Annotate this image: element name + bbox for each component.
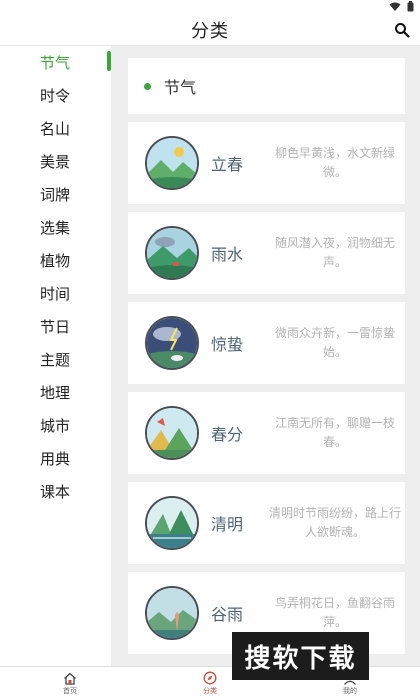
status-icons [389,1,414,12]
section-header: 节气 [128,58,405,114]
sidebar-item-label: 地理 [40,384,71,402]
sidebar-item-label: 时间 [40,285,71,303]
sidebar-item-shiling[interactable]: 时令 [0,79,111,112]
solar-term-verse: 柳色早黄浅，水文新绿微。 [274,146,395,179]
solar-term-name: 惊蛰 [211,335,244,354]
sidebar-item-label: 城市 [40,417,71,435]
solar-term-name: 雨水 [211,245,244,264]
sidebar-item-label: 植物 [40,252,71,270]
solar-term-card-jingzhe[interactable]: 惊蛰 微雨众卉新，一雷惊蛰始。 [128,302,405,384]
status-bar [0,0,420,14]
solar-term-verse: 随风潜入夜，润物细无声。 [274,236,395,269]
nav-home-label: 首页 [63,686,77,695]
search-icon[interactable] [394,22,410,38]
sidebar-item-label: 课本 [40,483,71,501]
solar-term-card-yushui[interactable]: 雨水 随风潜入夜，润物细无声。 [128,212,405,294]
compass-icon [203,671,217,685]
solar-term-card-lichun[interactable]: 立春 柳色早黄浅，水文新绿微。 [128,122,405,204]
solar-term-image [145,586,199,640]
sidebar-item-mingshan[interactable]: 名山 [0,112,111,145]
solar-term-card-qingming[interactable]: 清明 清明时节雨纷纷，路上行人欲断魂。 [128,482,405,564]
solar-term-image [145,316,199,370]
sidebar-item-label: 时令 [40,87,71,105]
sidebar-item-xuanji[interactable]: 选集 [0,211,111,244]
solar-term-verse: 鸟弄桐花日，鱼翻谷雨萍。 [274,596,395,629]
wifi-icon [389,2,401,11]
sidebar-item-label: 美景 [40,153,71,171]
solar-term-image [145,496,199,550]
section-title: 节气 [164,78,197,97]
solar-term-name: 谷雨 [211,605,244,624]
solar-term-image [145,406,199,460]
solar-term-verse: 江南无所有，聊赠一枝春。 [274,416,395,449]
sidebar-item-label: 选集 [40,219,71,237]
page-title: 分类 [191,20,229,42]
battery-icon [407,1,414,12]
sidebar-item-cipai[interactable]: 词牌 [0,178,111,211]
solar-term-verse: 微雨众卉新，一雷惊蛰始。 [274,326,395,359]
section-dot-icon [144,82,151,90]
sidebar-item-keben[interactable]: 课本 [0,475,111,508]
sidebar-item-shijian[interactable]: 时间 [0,277,111,310]
sidebar-item-dili[interactable]: 地理 [0,376,111,409]
sidebar-item-zhuti[interactable]: 主题 [0,343,111,376]
solar-term-name: 春分 [211,425,244,444]
sidebar-item-label: 词牌 [40,186,71,204]
sidebar-item-yongdian[interactable]: 用典 [0,442,111,475]
sidebar-item-chengshi[interactable]: 城市 [0,409,111,442]
category-sidebar: 节气 时令 名山 美景 词牌 选集 植物 时间 节日 主题 地理 城市 用典 课… [0,46,111,666]
watermark-logo: 搜软下载 [232,632,369,680]
solar-term-image [145,136,199,190]
category-content: 节气 立春 柳色早黄浅，水文新绿微。 雨水 随风潜入夜，润物细无声。 惊蛰 微雨… [111,46,420,666]
solar-term-name: 立春 [211,155,244,174]
nav-category-label: 分类 [203,687,217,695]
sidebar-item-jieqi[interactable]: 节气 [0,46,111,79]
home-icon [64,672,76,685]
sidebar-item-meijing[interactable]: 美景 [0,145,111,178]
sidebar-item-label: 节日 [40,318,71,336]
sidebar-item-zhiwu[interactable]: 植物 [0,244,111,277]
solar-term-card-chunfen[interactable]: 春分 江南无所有，聊赠一枝春。 [128,392,405,474]
sidebar-item-label: 主题 [40,351,71,369]
solar-term-image [145,226,199,280]
sidebar-item-label: 用典 [40,450,71,468]
sidebar-item-jieri[interactable]: 节日 [0,310,111,343]
sidebar-item-label: 节气 [40,54,71,72]
header: 分类 [0,14,420,46]
solar-term-name: 清明 [211,515,244,534]
nav-home[interactable]: 首页 [0,667,140,700]
sidebar-item-label: 名山 [40,120,71,138]
nav-mine-label: 我的 [343,686,357,695]
solar-term-verse: 清明时节雨纷纷，路上行人欲断魂。 [268,506,401,539]
